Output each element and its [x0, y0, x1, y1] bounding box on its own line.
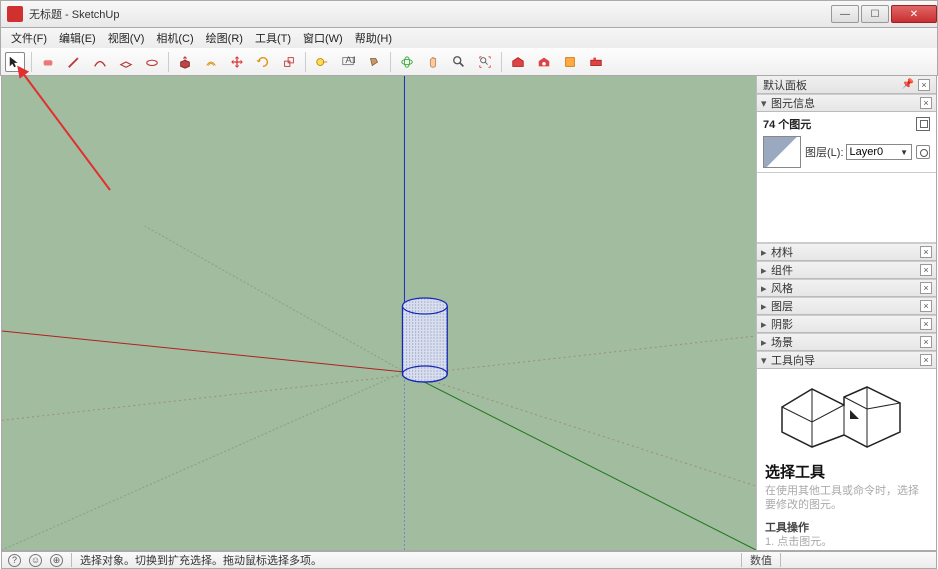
panel-header-layers[interactable]: ▸图层× — [757, 297, 936, 315]
menu-draw[interactable]: 绘图(R) — [200, 30, 249, 46]
chevron-down-icon: ▼ — [900, 148, 908, 157]
panel-close-button[interactable]: × — [920, 354, 932, 366]
instructor-desc: 在使用其他工具或命令时，选择要修改的图元。 — [765, 484, 928, 513]
material-swatch[interactable] — [763, 136, 801, 168]
toolbar-separator — [31, 52, 32, 72]
tool-text[interactable]: A1 — [338, 52, 358, 72]
viewport[interactable] — [2, 76, 756, 550]
tool-arc[interactable] — [90, 52, 110, 72]
menu-window[interactable]: 窗口(W) — [297, 30, 349, 46]
toolbar: A1 — [0, 48, 938, 76]
tray-header[interactable]: 默认面板 📌 × — [757, 76, 936, 94]
menu-camera[interactable]: 相机(C) — [150, 30, 199, 46]
status-value-label: 数值 — [750, 552, 772, 568]
toolbar-separator — [390, 52, 391, 72]
window-title: 无标题 - SketchUp — [29, 6, 829, 22]
tool-warehouse[interactable] — [508, 52, 528, 72]
layer-select[interactable]: Layer0 ▼ — [846, 144, 913, 160]
panel-header-materials[interactable]: ▸材料× — [757, 243, 936, 261]
tray-title: 默认面板 — [763, 77, 807, 93]
status-bar: ? ☺ ⊕ 选择对象。切换到扩充选择。拖动鼠标选择多项。 数值 — [1, 551, 937, 569]
panel-close-button[interactable]: × — [920, 318, 932, 330]
app-icon — [7, 6, 23, 22]
right-panel-stack: 默认面板 📌 × ▾ 图元信息 × 74 个图元 图层(L): — [756, 76, 936, 550]
panel-close-button[interactable]: × — [920, 336, 932, 348]
panel-header-scenes[interactable]: ▸场景× — [757, 333, 936, 351]
tray-close-button[interactable]: × — [918, 79, 930, 91]
status-hint: 选择对象。切换到扩充选择。拖动鼠标选择多项。 — [80, 552, 322, 568]
layer-label: 图层(L): — [805, 144, 844, 160]
instructor-tool-name: 选择工具 — [765, 461, 928, 482]
tool-pan[interactable] — [423, 52, 443, 72]
panel-header-entity-info[interactable]: ▾ 图元信息 × — [757, 94, 936, 112]
tool-line[interactable] — [64, 52, 84, 72]
collapse-icon: ▾ — [761, 97, 771, 110]
tool-orbit[interactable] — [397, 52, 417, 72]
tool-rotate[interactable] — [253, 52, 273, 72]
toolbar-separator — [168, 52, 169, 72]
maximize-button[interactable]: ☐ — [861, 5, 889, 23]
layer-select-value: Layer0 — [850, 146, 884, 158]
entity-info-extra — [757, 173, 936, 243]
toolbar-separator — [305, 52, 306, 72]
instructor-body: 选择工具 在使用其他工具或命令时，选择要修改的图元。 工具操作 1. 点击图元。… — [757, 369, 936, 550]
tool-zoom-extents[interactable] — [475, 52, 495, 72]
menu-edit[interactable]: 编辑(E) — [53, 30, 102, 46]
menu-help[interactable]: 帮助(H) — [349, 30, 398, 46]
tool-pushpull[interactable] — [175, 52, 195, 72]
tool-ext-warehouse[interactable] — [534, 52, 554, 72]
status-icon-geo[interactable]: ⊕ — [50, 554, 63, 567]
menu-tools[interactable]: 工具(T) — [249, 30, 297, 46]
tool-tape[interactable] — [312, 52, 332, 72]
tool-eraser[interactable] — [38, 52, 58, 72]
panel-header-components[interactable]: ▸组件× — [757, 261, 936, 279]
menu-file[interactable]: 文件(F) — [5, 30, 53, 46]
panel-title: 图元信息 — [771, 95, 815, 111]
entity-options-icon[interactable] — [916, 117, 930, 131]
panel-header-styles[interactable]: ▸风格× — [757, 279, 936, 297]
minimize-button[interactable]: — — [831, 5, 859, 23]
instructor-illustration — [765, 375, 928, 455]
tool-zoom[interactable] — [449, 52, 469, 72]
tool-move[interactable] — [227, 52, 247, 72]
panel-close-button[interactable]: × — [920, 282, 932, 294]
tool-scale[interactable] — [279, 52, 299, 72]
menu-view[interactable]: 视图(V) — [102, 30, 151, 46]
toolbar-separator — [501, 52, 502, 72]
main-area: 默认面板 📌 × ▾ 图元信息 × 74 个图元 图层(L): — [1, 76, 937, 551]
panel-close-button[interactable]: × — [920, 300, 932, 312]
tool-select[interactable] — [5, 52, 25, 72]
svg-text:A1: A1 — [345, 55, 355, 66]
panel-close-button[interactable]: × — [920, 264, 932, 276]
tool-circle[interactable] — [142, 52, 162, 72]
pin-icon[interactable]: 📌 — [902, 79, 914, 90]
close-button[interactable]: ✕ — [891, 5, 937, 23]
status-icon-user[interactable]: ☺ — [29, 554, 42, 567]
instructor-ops-1: 1. 点击图元。 — [765, 535, 928, 549]
tool-layout[interactable] — [560, 52, 580, 72]
instructor-ops-header: 工具操作 — [765, 519, 928, 535]
status-value-field[interactable] — [780, 553, 930, 567]
entity-count: 74 个图元 — [763, 116, 811, 132]
visibility-toggle[interactable] — [916, 145, 930, 159]
panel-close-button[interactable]: × — [920, 246, 932, 258]
tool-rect[interactable] — [116, 52, 136, 72]
panel-close-button[interactable]: × — [920, 97, 932, 109]
tool-paint[interactable] — [364, 52, 384, 72]
tool-offset[interactable] — [201, 52, 221, 72]
entity-info-body: 74 个图元 图层(L): Layer0 ▼ — [757, 112, 936, 173]
tool-extensions[interactable] — [586, 52, 606, 72]
panel-header-instructor[interactable]: ▾工具向导× — [757, 351, 936, 369]
menu-bar: 文件(F) 编辑(E) 视图(V) 相机(C) 绘图(R) 工具(T) 窗口(W… — [0, 28, 938, 48]
title-bar: 无标题 - SketchUp — ☐ ✕ — [0, 0, 938, 28]
panel-header-shadows[interactable]: ▸阴影× — [757, 315, 936, 333]
status-icon-info[interactable]: ? — [8, 554, 21, 567]
